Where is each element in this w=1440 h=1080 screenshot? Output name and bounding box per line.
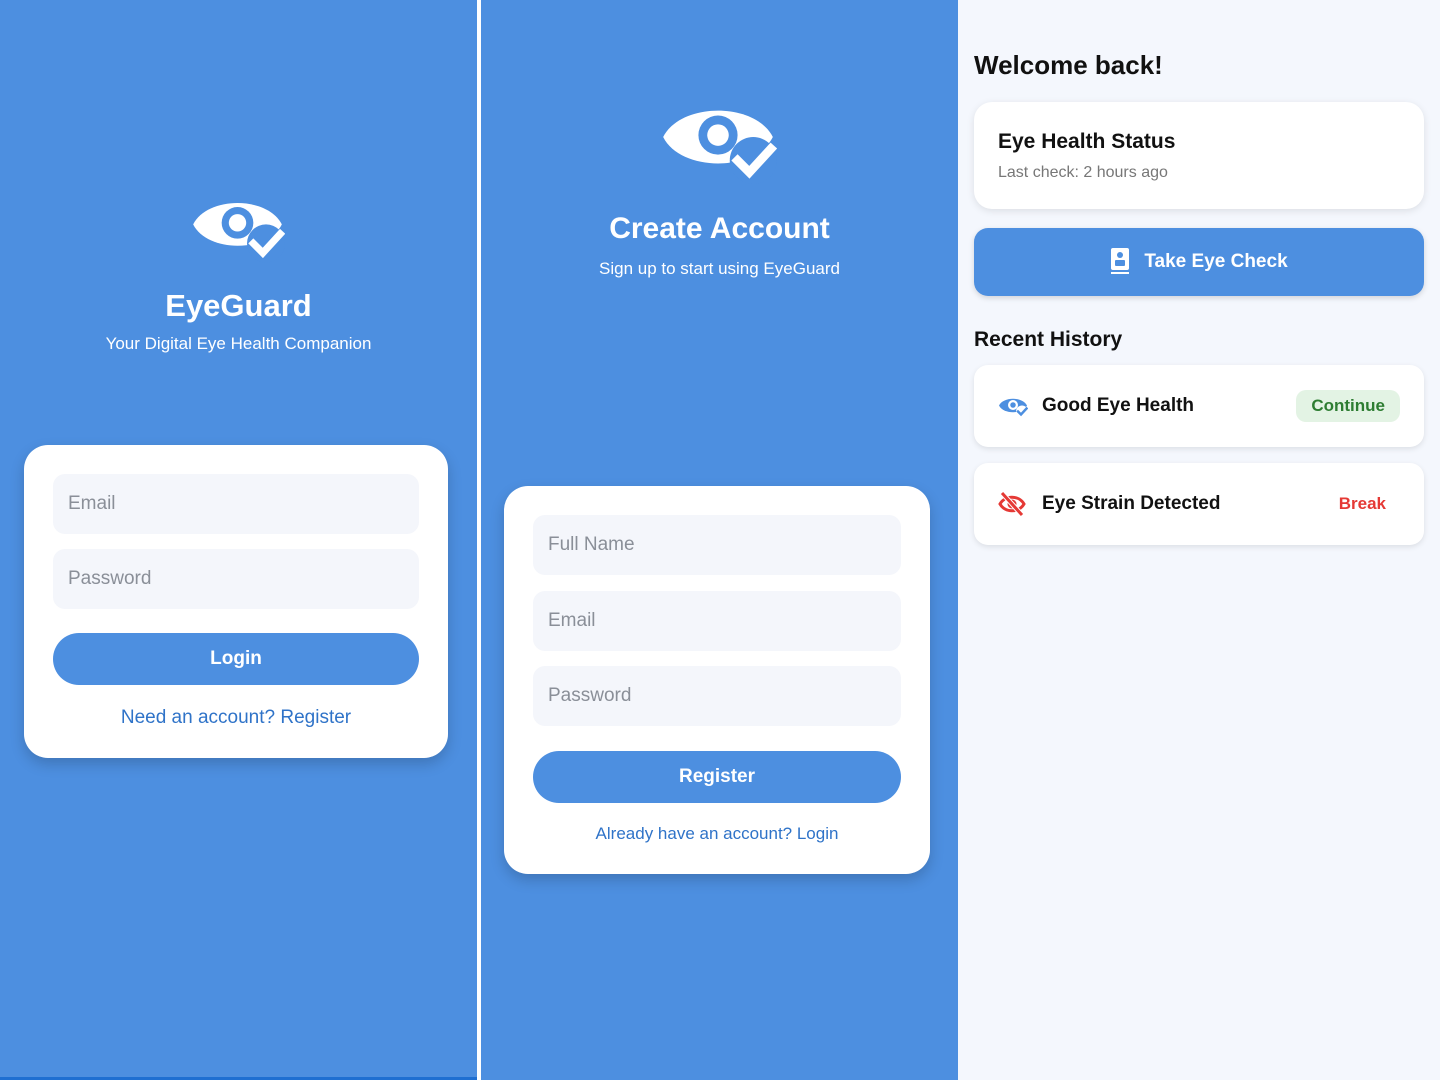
history-item-eye-strain[interactable]: Eye Strain Detected Break: [974, 463, 1424, 545]
login-card: Login Need an account? Register: [24, 445, 448, 758]
app-name: EyeGuard: [165, 288, 312, 323]
login-screen: EyeGuard Your Digital Eye Health Compani…: [0, 0, 477, 1080]
last-check-text: Last check: 2 hours ago: [998, 164, 1168, 181]
register-subtitle: Sign up to start using EyeGuard: [599, 259, 840, 278]
register-link[interactable]: Need an account? Register: [24, 707, 448, 729]
email-field[interactable]: [533, 591, 901, 651]
recent-history-heading: Recent History: [974, 328, 1123, 351]
continue-badge[interactable]: Continue: [1296, 390, 1400, 422]
take-eye-check-label: Take Eye Check: [1144, 251, 1288, 272]
history-item-good-eye-health[interactable]: Good Eye Health Continue: [974, 365, 1424, 447]
eye-health-status-card[interactable]: Eye Health Status Last check: 2 hours ag…: [974, 102, 1424, 209]
eye-off-icon: [998, 491, 1026, 522]
login-button[interactable]: Login: [53, 633, 419, 685]
register-screen: Create Account Sign up to start using Ey…: [481, 0, 958, 1080]
history-label: Eye Strain Detected: [1042, 493, 1221, 514]
register-button[interactable]: Register: [533, 751, 901, 803]
register-card: Register Already have an account? Login: [504, 486, 930, 874]
status-card-title: Eye Health Status: [998, 130, 1176, 153]
break-badge[interactable]: Break: [1339, 494, 1386, 514]
full-name-field[interactable]: [533, 515, 901, 575]
home-screen: Welcome back! Eye Health Status Last che…: [958, 0, 1440, 1080]
password-field[interactable]: [53, 549, 419, 609]
eye-check-logo-icon: [659, 92, 777, 186]
register-title: Create Account: [609, 212, 830, 245]
password-field[interactable]: [533, 666, 901, 726]
email-field[interactable]: [53, 474, 419, 534]
history-label: Good Eye Health: [1042, 395, 1195, 416]
take-eye-check-button[interactable]: Take Eye Check: [974, 228, 1424, 296]
eye-check-logo-icon: [190, 188, 285, 264]
eye-check-icon: [998, 393, 1029, 424]
app-tagline: Your Digital Eye Health Companion: [105, 334, 372, 353]
welcome-heading: Welcome back!: [974, 50, 1163, 80]
login-link[interactable]: Already have an account? Login: [504, 824, 930, 844]
camera-booth-icon: [1110, 247, 1130, 278]
